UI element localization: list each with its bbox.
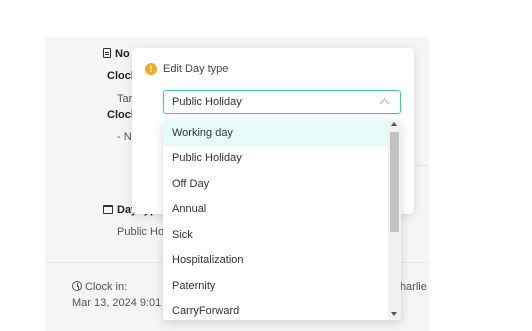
modal-header: ! Edit Day type xyxy=(145,63,228,75)
document-icon xyxy=(103,48,111,58)
chevron-up-icon xyxy=(379,98,390,109)
option-carryforward[interactable]: CarryForward xyxy=(163,299,388,321)
calendar-icon xyxy=(103,205,113,214)
scroll-down-arrow-icon[interactable] xyxy=(391,312,397,316)
day-type-select[interactable]: Public Holiday xyxy=(163,90,401,114)
warning-icon: ! xyxy=(145,63,157,75)
option-hospitalization[interactable]: Hospitalization xyxy=(163,248,388,274)
modal-title: Edit Day type xyxy=(163,63,229,75)
clock-icon xyxy=(72,281,82,291)
dash-text: - N xyxy=(117,131,132,143)
day-type-select-value: Public Holiday xyxy=(172,96,242,108)
option-public-holiday[interactable]: Public Holiday xyxy=(163,146,388,172)
clock-in-value: Mar 13, 2024 9:01 xyxy=(72,297,162,309)
notes-header-label: No xyxy=(115,48,130,60)
tar-text: Tar xyxy=(117,93,133,105)
scroll-thumb[interactable] xyxy=(390,132,399,232)
notes-header: No xyxy=(103,48,130,60)
scroll-up-arrow-icon[interactable] xyxy=(391,122,397,126)
option-paternity[interactable]: Paternity xyxy=(163,273,388,299)
day-type-value: Public Ho xyxy=(117,226,165,238)
clock-in-row: Clock in: xyxy=(72,281,127,293)
option-working-day[interactable]: Working day xyxy=(163,120,388,146)
option-annual[interactable]: Annual xyxy=(163,197,388,223)
day-type-dropdown: Working day Public Holiday Off Day Annua… xyxy=(163,120,401,320)
clock-in-label: Clock in: xyxy=(85,281,128,293)
option-sick[interactable]: Sick xyxy=(163,222,388,248)
option-off-day[interactable]: Off Day xyxy=(163,171,388,197)
dropdown-scrollbar[interactable] xyxy=(388,120,401,320)
